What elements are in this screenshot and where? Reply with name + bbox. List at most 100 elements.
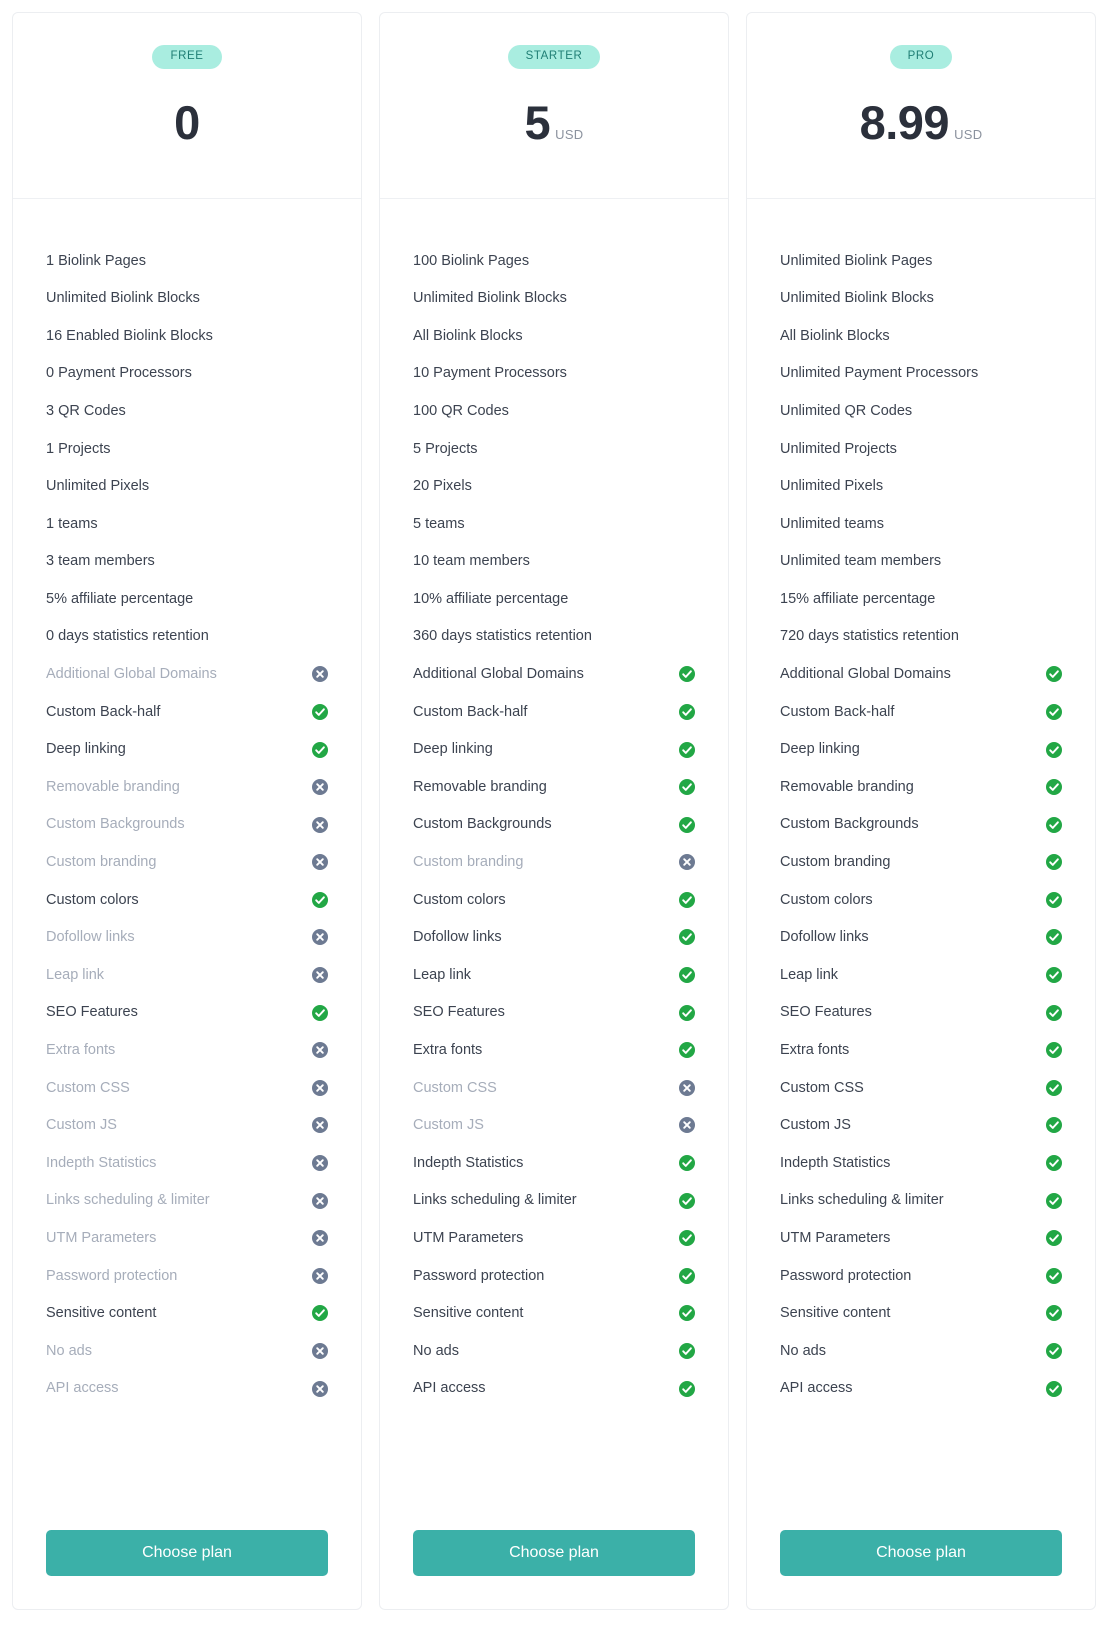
feature-row: 360 days statistics retention — [413, 618, 695, 656]
feature-label: Unlimited Projects — [780, 440, 897, 457]
check-circle-icon — [312, 1305, 328, 1322]
check-circle-icon — [679, 741, 695, 758]
feature-label: Unlimited Biolink Blocks — [413, 290, 567, 307]
feature-row: Custom branding — [780, 844, 1062, 882]
times-circle-icon — [679, 1117, 695, 1134]
plan-price: 5 — [524, 95, 551, 149]
check-circle-icon — [1046, 1305, 1062, 1322]
feature-label: Unlimited Biolink Blocks — [46, 290, 200, 307]
feature-row: Custom branding — [46, 844, 328, 882]
check-circle-icon — [1046, 891, 1062, 908]
feature-row: Additional Global Domains — [413, 656, 695, 694]
times-circle-icon — [312, 816, 328, 833]
feature-label: SEO Features — [780, 1004, 872, 1021]
feature-row: UTM Parameters — [46, 1219, 328, 1257]
feature-row: 5 teams — [413, 505, 695, 543]
plan-price: 0 — [174, 95, 200, 149]
feature-row: Custom colors — [413, 881, 695, 919]
feature-row: Unlimited Payment Processors — [780, 355, 1062, 393]
times-circle-icon — [312, 1042, 328, 1059]
check-circle-icon — [1046, 854, 1062, 871]
feature-row: Unlimited Projects — [780, 430, 1062, 468]
plan-card-pro: PRO 8.99 USD Unlimited Biolink Pages Unlimit… — [746, 12, 1096, 1610]
feature-row: Deep linking — [413, 731, 695, 769]
feature-row: Unlimited Biolink Blocks — [46, 280, 328, 318]
feature-row: Indepth Statistics — [780, 1144, 1062, 1182]
feature-row: SEO Features — [46, 994, 328, 1032]
feature-row: Extra fonts — [780, 1031, 1062, 1069]
feature-row: Links scheduling & limiter — [413, 1182, 695, 1220]
feature-label: Custom Back-half — [46, 703, 161, 720]
choose-plan-button[interactable]: Choose plan — [780, 1530, 1062, 1576]
check-circle-icon — [679, 1155, 695, 1172]
plan-currency: USD — [555, 126, 584, 142]
check-circle-icon — [679, 1004, 695, 1021]
feature-label: Additional Global Domains — [780, 666, 951, 683]
feature-label: 720 days statistics retention — [780, 628, 959, 645]
plan-footer: Choose plan — [13, 1490, 361, 1609]
feature-label: 5 Projects — [413, 440, 478, 457]
check-circle-icon — [679, 929, 695, 946]
feature-row: 100 Biolink Pages — [413, 242, 695, 280]
check-circle-icon — [679, 1192, 695, 1209]
feature-row: 1 teams — [46, 505, 328, 543]
feature-label: API access — [780, 1380, 853, 1397]
feature-label: Sensitive content — [780, 1305, 891, 1322]
check-circle-icon — [679, 703, 695, 720]
feature-label: Custom colors — [780, 891, 873, 908]
feature-label: 10 Payment Processors — [413, 365, 567, 382]
feature-label: Sensitive content — [413, 1305, 524, 1322]
feature-row: Custom colors — [46, 881, 328, 919]
feature-row: Custom branding — [413, 844, 695, 882]
feature-label: Custom JS — [413, 1117, 484, 1134]
feature-row: 20 Pixels — [413, 468, 695, 506]
feature-row: Custom CSS — [780, 1069, 1062, 1107]
check-circle-icon — [1046, 779, 1062, 796]
feature-label: Unlimited Biolink Blocks — [780, 290, 934, 307]
feature-label: No ads — [413, 1342, 459, 1359]
feature-label: Indepth Statistics — [780, 1154, 891, 1171]
feature-label: 1 teams — [46, 515, 98, 532]
times-circle-icon — [312, 1343, 328, 1360]
feature-label: Extra fonts — [780, 1042, 850, 1059]
check-circle-icon — [1046, 929, 1062, 946]
feature-label: Deep linking — [780, 741, 860, 758]
feature-row: Removable branding — [780, 768, 1062, 806]
feature-label: Leap link — [413, 966, 472, 983]
plan-header: STARTER 5 USD — [380, 13, 728, 199]
check-circle-icon — [1046, 1042, 1062, 1059]
plan-card-starter: STARTER 5 USD 100 Biolink Pages Unlimited Bi… — [379, 12, 729, 1610]
feature-row: Password protection — [46, 1257, 328, 1295]
times-circle-icon — [312, 1192, 328, 1209]
feature-row: Custom CSS — [413, 1069, 695, 1107]
check-circle-icon — [1046, 967, 1062, 984]
feature-label: Removable branding — [46, 778, 180, 795]
feature-row: SEO Features — [780, 994, 1062, 1032]
feature-label: 3 QR Codes — [46, 402, 126, 419]
feature-label: All Biolink Blocks — [780, 327, 890, 344]
feature-label: SEO Features — [46, 1004, 138, 1021]
check-circle-icon — [1046, 1343, 1062, 1360]
choose-plan-button[interactable]: Choose plan — [46, 1530, 328, 1576]
feature-row: Unlimited Biolink Blocks — [413, 280, 695, 318]
check-circle-icon — [1046, 703, 1062, 720]
choose-plan-button[interactable]: Choose plan — [413, 1530, 695, 1576]
feature-row: No ads — [46, 1332, 328, 1370]
feature-label: Leap link — [780, 966, 839, 983]
feature-row: Unlimited Biolink Pages — [780, 242, 1062, 280]
feature-label: Custom branding — [780, 854, 891, 871]
feature-row: Dofollow links — [780, 919, 1062, 957]
times-circle-icon — [679, 1079, 695, 1096]
feature-label: Deep linking — [413, 741, 493, 758]
feature-label: Sensitive content — [46, 1305, 157, 1322]
feature-row: Deep linking — [46, 731, 328, 769]
feature-row: 3 team members — [46, 543, 328, 581]
feature-label: Custom CSS — [780, 1079, 864, 1096]
feature-label: Dofollow links — [413, 929, 502, 946]
feature-label: 0 days statistics retention — [46, 628, 209, 645]
feature-label: Links scheduling & limiter — [413, 1192, 577, 1209]
feature-label: Unlimited team members — [780, 553, 942, 570]
times-circle-icon — [679, 854, 695, 871]
feature-label: Custom Backgrounds — [46, 816, 185, 833]
feature-row: 720 days statistics retention — [780, 618, 1062, 656]
